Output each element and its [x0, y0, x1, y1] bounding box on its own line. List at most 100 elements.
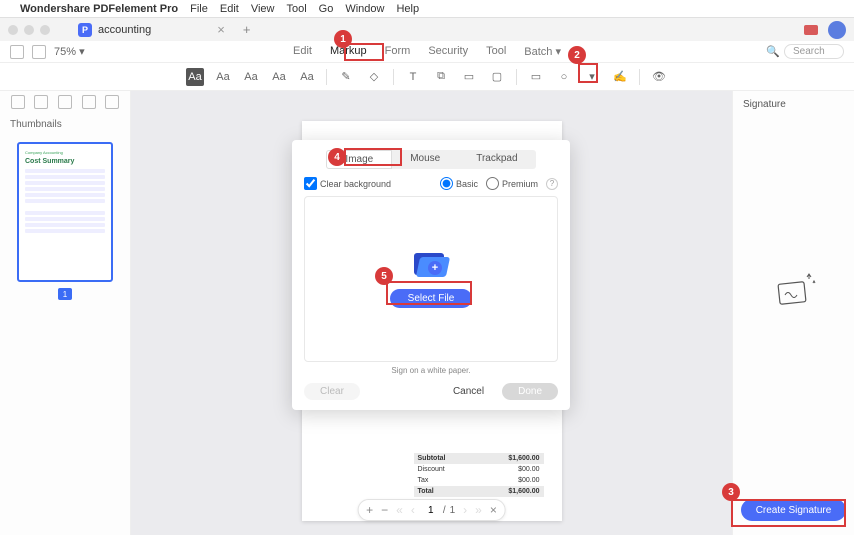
thumb-title: Cost Summary [25, 158, 105, 165]
menu-file[interactable]: File [190, 3, 208, 15]
tab-mouse[interactable]: Mouse [392, 150, 458, 169]
user-avatar[interactable] [828, 21, 846, 39]
main-tabs: Edit Markup Form Security Tool Batch ▾ [293, 45, 561, 58]
thumbnails-title: Thumbnails [0, 113, 130, 136]
menu-edit[interactable]: Edit [220, 3, 239, 15]
text-style-1-icon[interactable]: Aa [214, 68, 232, 86]
zoom-out-icon[interactable]: − [381, 503, 388, 517]
clear-background-checkbox[interactable]: Clear background [304, 177, 391, 190]
done-button[interactable]: Done [502, 383, 558, 400]
sum-value: $1,600.00 [508, 488, 539, 495]
document-name: accounting [98, 24, 151, 36]
page-navigator: + − « ‹ / 1 › » × [357, 499, 506, 521]
bookmarks-tab-icon[interactable] [34, 95, 48, 109]
separator [393, 69, 394, 85]
pdf-icon: P [78, 23, 92, 37]
menu-tool[interactable]: Tool [286, 3, 306, 15]
tab-tool[interactable]: Tool [486, 45, 506, 58]
thumb-header: Company Accounting [25, 150, 105, 155]
signature-dialog: Image Mouse Trackpad Clear background Ba… [292, 140, 570, 410]
close-nav-icon[interactable]: × [490, 503, 497, 517]
tab-image[interactable]: Image [326, 150, 392, 169]
file-dropzone[interactable]: + Select File [304, 196, 558, 362]
clear-button[interactable]: Clear [304, 383, 360, 400]
tab-batch[interactable]: Batch ▾ [524, 45, 561, 58]
menu-go[interactable]: Go [319, 3, 334, 15]
separator [516, 69, 517, 85]
create-signature-button[interactable]: Create Signature [741, 499, 846, 521]
callout-icon[interactable]: ⧉ [432, 68, 450, 86]
sum-value: $1,600.00 [508, 455, 539, 462]
signature-placeholder-icon [769, 271, 819, 311]
sidebar-tabs [0, 91, 130, 113]
folder-upload-icon: + [414, 251, 448, 277]
page-thumbnail[interactable]: Company Accounting Cost Summary [17, 142, 113, 282]
signature-panel-title: Signature [743, 99, 844, 110]
eraser-icon[interactable]: ◇ [365, 68, 383, 86]
cancel-button[interactable]: Cancel [443, 383, 494, 400]
tab-markup[interactable]: Markup [330, 45, 367, 58]
pencil-icon[interactable]: ✎ [337, 68, 355, 86]
search-icon[interactable]: 🔍 [766, 45, 780, 58]
traffic-lights[interactable] [8, 25, 50, 35]
select-file-button[interactable]: Select File [390, 289, 473, 308]
sum-label: Discount [418, 466, 445, 473]
annotations-tab-icon[interactable] [58, 95, 72, 109]
right-indicator-icon[interactable] [804, 25, 818, 35]
tab-trackpad[interactable]: Trackpad [458, 150, 535, 169]
text-style-3-icon[interactable]: Aa [270, 68, 288, 86]
tab-security[interactable]: Security [428, 45, 468, 58]
search-input[interactable]: Search [784, 44, 844, 59]
highlight-tool-icon[interactable]: Aa [186, 68, 204, 86]
clear-bg-input[interactable] [304, 177, 317, 190]
left-sidebar: Thumbnails Company Accounting Cost Summa… [0, 91, 131, 535]
next-page-icon[interactable]: › [463, 503, 467, 517]
text-style-2-icon[interactable]: Aa [242, 68, 260, 86]
basic-radio[interactable]: Basic [440, 177, 478, 190]
help-icon[interactable]: ? [546, 178, 558, 190]
prev-page-icon[interactable]: ‹ [411, 503, 415, 517]
first-page-icon[interactable]: « [396, 503, 403, 517]
mac-menu-bar: Wondershare PDFelement Pro File Edit Vie… [0, 0, 854, 18]
search-tab-icon[interactable] [82, 95, 96, 109]
area-highlight-icon[interactable]: ▢ [488, 68, 506, 86]
close-tab-icon[interactable]: × [217, 22, 225, 37]
zoom-level[interactable]: 75% ▾ [54, 45, 85, 58]
app-name[interactable]: Wondershare PDFelement Pro [20, 3, 178, 15]
separator [639, 69, 640, 85]
stamp-icon[interactable]: ▾ [583, 68, 601, 86]
zoom-in-icon[interactable]: + [366, 503, 373, 517]
window-title-bar: P accounting × + [0, 18, 854, 41]
view-mode-icon[interactable] [32, 45, 46, 59]
menu-view[interactable]: View [251, 3, 275, 15]
oval-icon[interactable]: ○ [555, 68, 573, 86]
premium-radio[interactable]: Premium [486, 177, 538, 190]
signature-tool-icon[interactable]: ✍ [611, 68, 629, 86]
tab-form[interactable]: Form [385, 45, 411, 58]
text-box-icon[interactable]: T [404, 68, 422, 86]
thumbnails-tab-icon[interactable] [11, 95, 25, 109]
sum-label: Total [418, 488, 434, 495]
note-icon[interactable]: ▭ [460, 68, 478, 86]
sum-value: $00.00 [518, 477, 539, 484]
markup-toolbar: Aa Aa Aa Aa Aa ✎ ◇ T ⧉ ▭ ▢ ▭ ○ ▾ ✍ 👁 [0, 63, 854, 91]
thumb-page-number: 1 [58, 288, 72, 300]
tab-edit[interactable]: Edit [293, 45, 312, 58]
sum-label: Subtotal [418, 455, 446, 462]
last-page-icon[interactable]: » [475, 503, 482, 517]
menu-window[interactable]: Window [345, 3, 384, 15]
menu-help[interactable]: Help [396, 3, 419, 15]
rectangle-icon[interactable]: ▭ [527, 68, 545, 86]
document-tab[interactable]: P accounting × + [78, 22, 250, 37]
dialog-tabs: Image Mouse Trackpad [304, 150, 558, 169]
sidebar-toggle-icon[interactable] [10, 45, 24, 59]
attachments-tab-icon[interactable] [105, 95, 119, 109]
text-style-4-icon[interactable]: Aa [298, 68, 316, 86]
dialog-hint: Sign on a white paper. [304, 366, 558, 375]
current-page-input[interactable] [423, 505, 439, 516]
secondary-toolbar: 75% ▾ Edit Markup Form Security Tool Bat… [0, 41, 854, 63]
total-pages: 1 [450, 505, 456, 516]
hide-markup-icon[interactable]: 👁 [650, 68, 668, 86]
new-tab-icon[interactable]: + [243, 22, 251, 37]
sum-label: Tax [418, 477, 429, 484]
